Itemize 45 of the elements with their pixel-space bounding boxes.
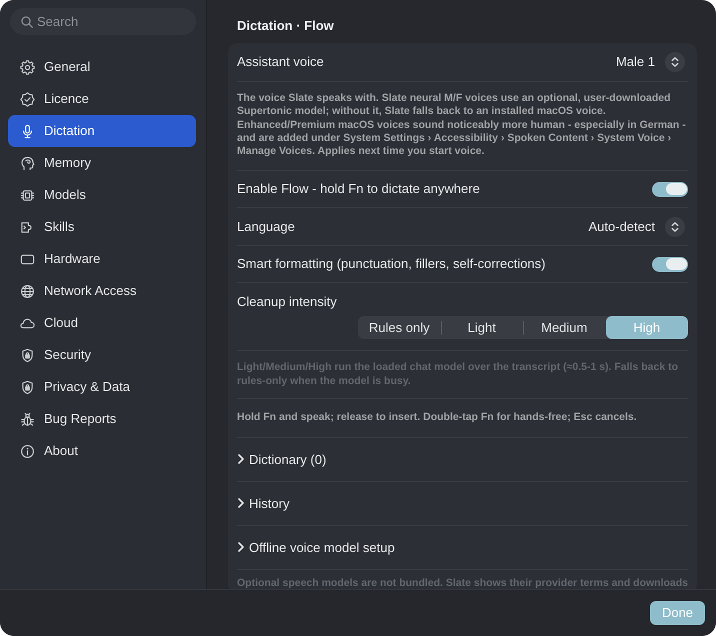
badge-check-icon bbox=[20, 92, 35, 106]
sidebar-item[interactable]: Privacy & Data bbox=[8, 371, 196, 403]
chevron-updown-icon bbox=[665, 216, 685, 237]
segment-button[interactable]: Rules only bbox=[358, 316, 440, 340]
shield-lock-icon bbox=[20, 348, 35, 362]
sidebar-item[interactable]: Hardware bbox=[8, 243, 196, 275]
chip-icon bbox=[20, 188, 35, 202]
shield-lock-icon bbox=[20, 380, 35, 394]
disclosure-button[interactable]: History bbox=[237, 482, 688, 525]
bug-icon bbox=[20, 412, 35, 426]
setting-label: Cleanup intensity bbox=[237, 293, 338, 312]
dropdown[interactable]: Male 1 bbox=[616, 52, 685, 72]
search-field[interactable]: Search bbox=[10, 8, 196, 35]
sidebar-item[interactable]: Network Access bbox=[8, 275, 196, 307]
sidebar-item[interactable]: Dictation bbox=[8, 115, 196, 147]
sidebar-item[interactable]: Models bbox=[8, 179, 196, 211]
search-icon bbox=[21, 16, 33, 28]
sidebar-item[interactable]: Licence bbox=[8, 83, 196, 115]
toggle-switch[interactable] bbox=[652, 182, 688, 197]
sidebar-item[interactable]: Memory bbox=[8, 147, 196, 179]
disclosure-button[interactable]: Dictionary (0) bbox=[237, 438, 688, 481]
disclosure-button[interactable]: Offline voice model setup bbox=[237, 526, 688, 569]
toggle-switch[interactable] bbox=[652, 256, 688, 272]
dropdown[interactable]: Auto-detect bbox=[588, 216, 685, 237]
setting-label: Assistant voice bbox=[237, 53, 324, 71]
rectangle-icon bbox=[20, 252, 35, 266]
microphone-icon bbox=[20, 124, 35, 138]
setting-label: Smart formatting (punctuation, fillers, self-corrections) bbox=[237, 255, 546, 274]
info-icon bbox=[20, 444, 35, 458]
globe-icon bbox=[20, 284, 35, 298]
sidebar-item[interactable]: Security bbox=[8, 339, 196, 371]
setting-label: Language bbox=[237, 218, 295, 236]
sidebar-item[interactable]: Bug Reports bbox=[8, 403, 196, 435]
sidebar-item[interactable]: About bbox=[8, 435, 196, 467]
page-title: Dictation · Flow bbox=[236, 17, 335, 35]
setting-label: Enable Flow - hold Fn to dictate anywhere bbox=[237, 180, 480, 198]
head-icon bbox=[20, 156, 35, 170]
sidebar-item[interactable]: Skills bbox=[8, 211, 196, 243]
description-text: The voice Slate speaks with. Slate neural M/F voices use an optional, user-downloaded Supertonic model; without it, Slate falls back to an installed macOS voice. Enhanced/Premium macOS voices sound noticeably more human - especially in German - and are added under System Settings › Accessibility › Spoken Content › System Voice › Manage Voices. Applies next time you start voice. bbox=[237, 81, 688, 170]
sidebar-item[interactable]: General bbox=[8, 51, 196, 83]
description-text: Hold Fn and speak; release to insert. Double-tap Fn for hands-free; Esc cancels. bbox=[237, 398, 688, 437]
chevron-updown-icon bbox=[665, 52, 685, 72]
gear-icon bbox=[20, 60, 35, 74]
sidebar-item[interactable]: Cloud bbox=[8, 307, 196, 339]
cloud-icon bbox=[20, 316, 35, 330]
